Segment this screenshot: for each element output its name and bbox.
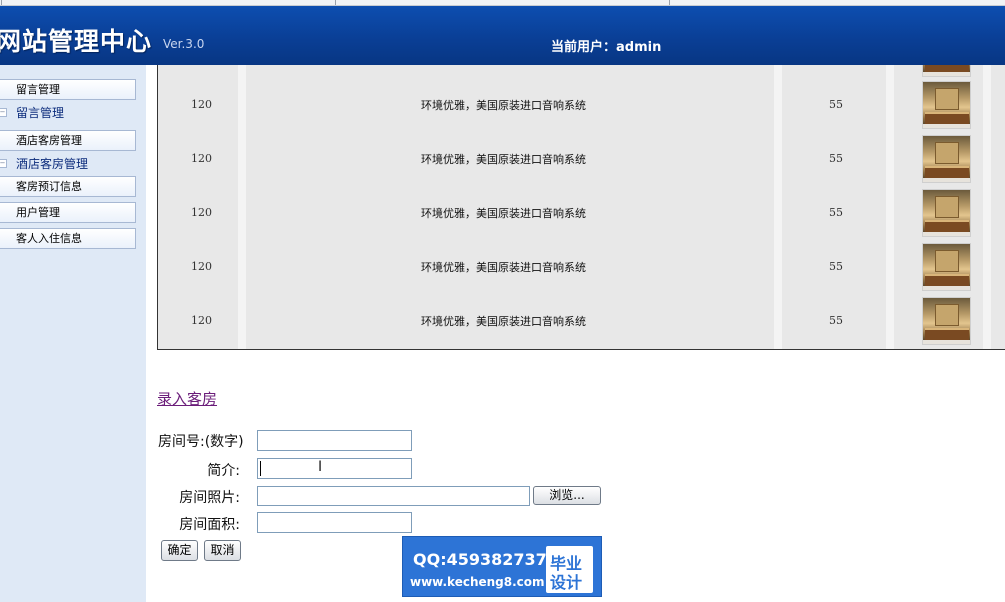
- room-size-cell: 120: [191, 260, 212, 273]
- sidebar-item-guest-checkin[interactable]: 客人入住信息: [0, 228, 136, 249]
- text-caret: [260, 461, 261, 476]
- area-input[interactable]: [257, 512, 412, 533]
- site-header: 网站管理中心 Ver.3.0 当前用户：admin: [0, 6, 1005, 65]
- sidebar-group-message-management[interactable]: − 留言管理: [0, 103, 140, 123]
- room-size-cell: 120: [191, 98, 212, 111]
- sidebar-item-label: 客人入住信息: [16, 232, 82, 245]
- room-price-cell: 55: [829, 98, 843, 111]
- room-photo-thumbnail: [922, 243, 971, 291]
- room-photo-thumbnail: [922, 135, 971, 183]
- room-photo-thumbnail: [922, 297, 971, 345]
- room-size-cell: 120: [191, 314, 212, 327]
- room-description-cell: 环境优雅，美国原装进口音响系统: [421, 99, 586, 112]
- sidebar-group-room-management[interactable]: − 酒店客房管理: [0, 154, 140, 174]
- room-description-cell: 环境优雅，美国原装进口音响系统: [421, 153, 586, 166]
- submit-button[interactable]: 确定: [161, 540, 198, 561]
- cancel-button[interactable]: 取消: [204, 540, 241, 561]
- watermark-url: www.kecheng8.com: [410, 575, 545, 589]
- room-number-label: 房间号:(数字): [158, 434, 244, 450]
- watermark-logo: 毕业 设计: [546, 546, 593, 593]
- sidebar-item-room-management[interactable]: 酒店客房管理: [0, 130, 136, 151]
- sidebar-item-reservations[interactable]: 客房预订信息: [0, 176, 136, 197]
- intro-input[interactable]: [257, 458, 412, 479]
- room-number-input[interactable]: [257, 430, 412, 451]
- watermark-badge-line2: 设计: [550, 573, 583, 592]
- room-photo-thumbnail: [922, 81, 971, 129]
- sidebar-item-users[interactable]: 用户管理: [0, 202, 136, 223]
- intro-label: 简介:: [207, 463, 240, 479]
- sidebar-item-message-management[interactable]: 留言管理: [0, 79, 136, 100]
- watermark-qq: QQ:459382737: [413, 550, 547, 569]
- sidebar-item-label: 客房预订信息: [16, 180, 82, 193]
- table-row: 120 环境优雅，美国原装进口音响系统 55: [158, 294, 1005, 348]
- sidebar-group-label: 留言管理: [16, 106, 65, 120]
- sidebar-item-label: 酒店客房管理: [16, 134, 82, 147]
- collapse-icon[interactable]: −: [0, 159, 7, 168]
- room-price-cell: 55: [829, 260, 843, 273]
- ibeam-cursor-icon: Ⅰ: [318, 459, 323, 475]
- sidebar: 留言管理 − 留言管理 酒店客房管理 − 酒店客房管理 客房预订信息 用户管理 …: [0, 65, 146, 602]
- room-size-cell: 120: [191, 206, 212, 219]
- sidebar-group-label: 酒店客房管理: [16, 157, 89, 171]
- photo-label: 房间照片:: [179, 490, 240, 506]
- current-user-info: 当前用户：admin: [551, 36, 661, 55]
- table-row: 120 环境优雅，美国原装进口音响系统 55: [158, 186, 1005, 240]
- area-label: 房间面积:: [179, 517, 240, 533]
- add-room-link[interactable]: 录入客房: [157, 388, 217, 409]
- current-user-label: 当前用户：: [551, 40, 617, 55]
- current-user-name: admin: [616, 40, 662, 55]
- sidebar-item-label: 留言管理: [16, 83, 60, 96]
- site-title: 网站管理中心: [0, 27, 153, 56]
- version-label: Ver.3.0: [163, 37, 205, 51]
- browse-button[interactable]: 浏览...: [533, 486, 601, 505]
- room-description-cell: 环境优雅，美国原装进口音响系统: [421, 207, 586, 220]
- room-photo-thumbnail: [922, 189, 971, 237]
- collapse-icon[interactable]: −: [0, 108, 7, 117]
- room-table: 120 环境优雅，美国原装进口音响系统 55 120 环境优雅，美国原装进口音响…: [157, 65, 1005, 350]
- room-price-cell: 55: [829, 206, 843, 219]
- room-price-cell: 55: [829, 152, 843, 165]
- sidebar-item-label: 用户管理: [16, 206, 60, 219]
- table-row: 120 环境优雅，美国原装进口音响系统 55: [158, 240, 1005, 294]
- watermark-badge: QQ:459382737 www.kecheng8.com 毕业 设计: [402, 536, 602, 597]
- table-row: 120 环境优雅，美国原装进口音响系统 55: [158, 78, 1005, 132]
- table-row: 120 环境优雅，美国原装进口音响系统 55: [158, 132, 1005, 186]
- room-price-cell: 55: [829, 314, 843, 327]
- room-description-cell: 环境优雅，美国原装进口音响系统: [421, 315, 586, 328]
- photo-file-input[interactable]: [257, 486, 530, 506]
- room-description-cell: 环境优雅，美国原装进口音响系统: [421, 261, 586, 274]
- room-photo-thumbnail: [922, 65, 971, 77]
- room-size-cell: 120: [191, 152, 212, 165]
